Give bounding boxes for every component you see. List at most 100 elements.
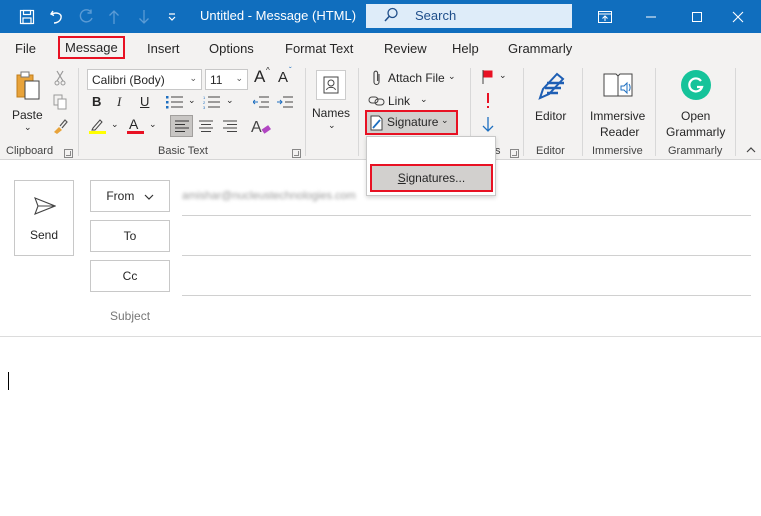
highlight-dropdown-icon[interactable]: ⌄ <box>111 119 119 130</box>
increase-indent-icon[interactable] <box>276 94 294 110</box>
grow-font-button[interactable]: A <box>254 67 265 87</box>
from-value: amishar@nucleustechnologies.com <box>182 190 356 202</box>
clipboard-launcher-icon[interactable] <box>64 149 73 158</box>
paperclip-icon <box>370 70 384 86</box>
tags-launcher-icon[interactable] <box>510 149 519 158</box>
tab-options[interactable]: Options <box>209 41 254 56</box>
shrink-font-button[interactable]: A <box>278 69 288 86</box>
attach-file-button[interactable]: Attach File ⌄ <box>368 68 458 88</box>
link-icon <box>368 93 386 109</box>
ribbon-tabs: File Message Insert Options Format Text … <box>0 33 761 64</box>
format-painter-icon[interactable] <box>52 118 68 134</box>
highlight-icon[interactable] <box>88 116 108 136</box>
tab-grammarly[interactable]: Grammarly <box>508 41 572 56</box>
subject-label: Subject <box>110 309 151 323</box>
grammarly-group-label: Grammarly <box>668 145 723 157</box>
align-left-icon <box>175 120 189 132</box>
names-button[interactable]: Names ⌄ <box>310 66 354 140</box>
immersive-reader-button[interactable]: Immersive Reader <box>586 68 650 140</box>
chevron-down-icon: ⌄ <box>235 73 243 83</box>
redo-icon <box>74 0 100 33</box>
paste-dropdown-icon[interactable]: ⌄ <box>24 122 32 133</box>
group-separator <box>735 68 736 156</box>
from-field-underline <box>182 215 751 216</box>
link-label: Link <box>388 94 411 108</box>
close-icon[interactable] <box>715 0 761 33</box>
bold-button[interactable]: B <box>92 94 101 109</box>
high-importance-icon[interactable] <box>482 92 494 110</box>
copy-icon[interactable] <box>52 94 68 110</box>
from-label: From <box>106 189 135 203</box>
next-item-icon <box>134 0 154 33</box>
ribbon-display-icon[interactable] <box>582 0 628 33</box>
numbering-icon[interactable]: 123 <box>203 94 221 110</box>
cc-field-underline <box>182 295 751 296</box>
group-separator <box>305 68 306 156</box>
editor-label: Editor <box>535 109 567 123</box>
bullets-dropdown-icon[interactable]: ⌄ <box>188 95 196 106</box>
tab-help[interactable]: Help <box>452 41 479 56</box>
link-button[interactable]: Link ⌄ <box>368 91 438 111</box>
bullets-icon[interactable] <box>166 94 184 110</box>
follow-up-flag-icon[interactable] <box>480 68 496 86</box>
clear-formatting-icon[interactable]: A <box>251 116 271 136</box>
tab-format-text[interactable]: Format Text <box>285 41 353 56</box>
numbering-dropdown-icon[interactable]: ⌄ <box>226 95 234 106</box>
search-box[interactable]: Search <box>366 4 572 28</box>
attach-file-label: Attach File <box>388 71 445 85</box>
tab-insert[interactable]: Insert <box>147 41 180 56</box>
cut-icon[interactable] <box>52 70 68 86</box>
basic-text-launcher-icon[interactable] <box>292 149 301 158</box>
cc-button[interactable]: Cc <box>90 260 170 292</box>
decrease-indent-icon[interactable] <box>252 94 270 110</box>
maximize-icon[interactable] <box>674 0 720 33</box>
collapse-ribbon-icon[interactable] <box>744 144 758 156</box>
previous-item-icon <box>104 0 124 33</box>
customize-toolbar-icon[interactable] <box>164 0 180 33</box>
basic-text-group-label: Basic Text <box>158 145 208 157</box>
editor-button[interactable]: Editor <box>528 68 576 128</box>
tab-message[interactable]: Message <box>58 36 125 59</box>
minimize-icon[interactable] <box>628 0 674 33</box>
signature-button[interactable]: Signature ⌄ <box>367 112 456 133</box>
font-color-glyph: A <box>129 116 139 132</box>
tab-file[interactable]: File <box>15 41 36 56</box>
cc-input[interactable] <box>182 260 751 295</box>
underline-button[interactable]: U <box>140 94 149 109</box>
to-button[interactable]: To <box>90 220 170 252</box>
signature-dropdown-icon: ⌄ <box>441 115 449 125</box>
save-icon[interactable] <box>14 0 40 33</box>
send-button[interactable]: Send <box>14 180 74 256</box>
signatures-menu-item[interactable]: Signatures... <box>370 164 493 192</box>
italic-button[interactable]: I <box>117 94 121 110</box>
undo-icon[interactable] <box>44 0 70 33</box>
font-color-dropdown-icon[interactable]: ⌄ <box>149 119 157 130</box>
align-center-icon[interactable] <box>197 118 215 134</box>
paste-button[interactable]: Paste ⌄ <box>10 68 46 140</box>
align-left-button[interactable] <box>170 115 193 137</box>
from-button[interactable]: From <box>90 180 170 212</box>
grammarly-label-line1: Open <box>681 109 711 123</box>
low-importance-icon[interactable] <box>480 116 496 134</box>
send-icon <box>33 195 57 217</box>
address-book-icon <box>316 70 346 100</box>
flag-dropdown-icon[interactable]: ⌄ <box>499 70 507 81</box>
font-name-combo[interactable]: Calibri (Body) ⌄ <box>87 69 202 90</box>
chevron-down-icon <box>144 181 154 211</box>
align-right-icon[interactable] <box>221 118 239 134</box>
to-label: To <box>123 229 137 243</box>
names-dropdown-icon: ⌄ <box>328 120 336 130</box>
link-dropdown-icon: ⌄ <box>420 94 428 104</box>
font-color-button[interactable]: A <box>126 116 146 136</box>
subject-input[interactable] <box>182 300 751 334</box>
font-size-combo[interactable]: 11 ⌄ <box>205 69 248 90</box>
open-grammarly-button[interactable]: Open Grammarly <box>660 68 732 140</box>
group-separator <box>358 68 359 156</box>
to-input[interactable] <box>182 220 751 255</box>
font-color-swatch <box>127 131 144 134</box>
message-body[interactable] <box>0 337 761 516</box>
names-label: Names <box>312 106 351 120</box>
paste-label: Paste <box>12 108 43 122</box>
tab-review[interactable]: Review <box>384 41 427 56</box>
send-label: Send <box>29 228 59 242</box>
